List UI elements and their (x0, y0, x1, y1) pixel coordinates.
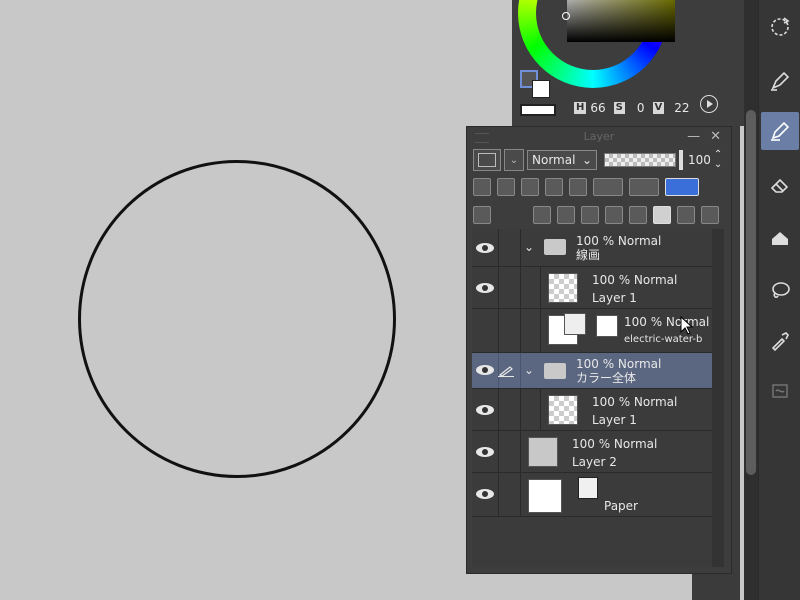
eye-icon[interactable] (476, 243, 494, 253)
chevron-down-icon[interactable]: ⌄ (524, 363, 534, 377)
layer-property-toolbar (473, 175, 699, 199)
fill-icon[interactable] (761, 220, 799, 258)
transfer-down-icon[interactable] (605, 206, 623, 224)
pen-icon[interactable] (761, 62, 799, 100)
eye-icon[interactable] (476, 365, 494, 375)
lock-transparency-icon[interactable] (569, 178, 587, 196)
layer-list-scrollbar[interactable] (712, 229, 724, 567)
ruler-icon[interactable] (629, 178, 659, 196)
apply-mask-icon[interactable] (677, 206, 695, 224)
blend-mode-value: Normal (532, 153, 576, 167)
layer-row[interactable]: Paper (472, 473, 712, 517)
chevron-down-icon[interactable]: ⌄ (504, 149, 524, 171)
layer-row[interactable]: 100 % Normal Layer 2 (472, 431, 712, 473)
eye-icon[interactable] (476, 447, 494, 457)
clip-icon[interactable] (473, 178, 491, 196)
lock-icon[interactable] (545, 178, 563, 196)
s-label: S (613, 102, 625, 114)
hsv-readout: H 66 S 0 V 22 (574, 101, 690, 115)
layer-opacity-mode: 100 % Normal (624, 315, 710, 329)
lasso-icon[interactable] (761, 272, 799, 310)
h-label: H (574, 102, 587, 114)
merge-down-icon[interactable] (629, 206, 647, 224)
close-button[interactable]: ✕ (710, 129, 721, 144)
new-folder-icon[interactable] (581, 206, 599, 224)
edit-pen-icon (498, 366, 514, 377)
layer-panel: Layer — ✕ ⌄ Normal ⌄ 100 ⌃ ⌄ ⌄ 100 % Nor… (466, 126, 732, 574)
paper-thumbnail (528, 479, 562, 513)
opacity-spinner-icon[interactable]: ⌃ ⌄ (714, 150, 722, 170)
minimize-button[interactable]: — (687, 129, 700, 144)
blend-mode-select[interactable]: Normal ⌄ (527, 150, 597, 170)
trash-icon[interactable] (701, 206, 719, 224)
layer-thumbnail (528, 437, 558, 467)
layer-property-icon[interactable] (473, 206, 491, 224)
image-material-icon (564, 313, 586, 335)
reference-icon[interactable] (497, 178, 515, 196)
side-scrollbar-thumb[interactable] (746, 110, 756, 475)
chevron-down-icon[interactable]: ⌄ (524, 240, 534, 254)
folder-icon (544, 363, 566, 379)
play-icon[interactable] (700, 95, 718, 113)
layer-name: Layer 1 (592, 291, 637, 305)
saturation-value-square[interactable] (567, 0, 675, 42)
layer-name: Layer 1 (592, 413, 637, 427)
layer-list: ⌄ 100 % Normal 線画 100 % Normal Layer 1 1… (472, 229, 712, 567)
sub-color-swatch[interactable] (532, 80, 550, 98)
layer-row[interactable]: 100 % Normal Layer 1 (472, 389, 712, 431)
tool-palette (758, 0, 800, 600)
folder-icon (544, 239, 566, 255)
layer-opacity-mode: 100 % Normal (592, 273, 678, 287)
h-value[interactable]: 66 (590, 101, 605, 115)
layer-name: Layer 2 (572, 455, 617, 469)
layer-thumbnail (548, 273, 578, 303)
opacity-slider[interactable] (604, 153, 676, 167)
v-label: V (652, 102, 665, 114)
eye-icon[interactable] (476, 283, 494, 293)
opacity-slider-handle[interactable] (679, 150, 683, 170)
layer-list-empty-area[interactable] (472, 517, 712, 567)
eye-icon[interactable] (476, 489, 494, 499)
layer-opacity-mode: 100 % Normal (592, 395, 678, 409)
text-icon[interactable] (761, 372, 799, 410)
layer-row-selected[interactable]: ⌄ 100 % Normal カラー全体 (472, 353, 712, 389)
layer-name: Paper (604, 499, 638, 513)
draft-icon[interactable] (521, 178, 539, 196)
layer-thumbnail (548, 395, 578, 425)
pencil-icon[interactable] (761, 112, 799, 150)
layer-name: カラー全体 (576, 371, 637, 385)
mask-thumbnail (596, 315, 618, 337)
layer-opacity-mode: 100 % Normal (572, 437, 658, 451)
opacity-value[interactable]: 100 (688, 153, 711, 167)
rotate-icon[interactable] (761, 8, 799, 46)
mouse-cursor (680, 316, 694, 335)
eyedropper-icon[interactable] (761, 322, 799, 360)
color-wheel-panel: H 66 S 0 V 22 (512, 0, 744, 126)
layer-row[interactable]: 100 % Normal electric-water-b (472, 309, 712, 353)
s-value[interactable]: 0 (637, 101, 645, 115)
paper-icon (578, 477, 598, 499)
v-value[interactable]: 22 (674, 101, 689, 115)
layer-opacity-mode: 100 % Normal (576, 234, 662, 248)
layer-action-toolbar (473, 203, 719, 227)
layer-row[interactable]: 100 % Normal Layer 1 (472, 267, 712, 309)
layer-name: 線画 (576, 248, 601, 262)
transparent-color-swatch[interactable] (520, 104, 556, 116)
eye-icon[interactable] (476, 405, 494, 415)
layer-row[interactable]: ⌄ 100 % Normal 線画 (472, 229, 712, 267)
chevron-down-icon: ⌄ (581, 153, 592, 167)
eraser-icon[interactable] (761, 166, 799, 204)
mask-icon[interactable] (653, 206, 671, 224)
layer-color-icon[interactable] (665, 178, 699, 196)
mask-enable-icon[interactable] (593, 178, 623, 196)
new-raster-layer-icon[interactable] (533, 206, 551, 224)
layer-color-box[interactable] (473, 149, 501, 171)
drawn-circle (78, 160, 396, 478)
layer-opacity-mode: 100 % Normal (576, 357, 662, 371)
color-picker-marker[interactable] (562, 12, 570, 20)
new-vector-layer-icon[interactable] (557, 206, 575, 224)
